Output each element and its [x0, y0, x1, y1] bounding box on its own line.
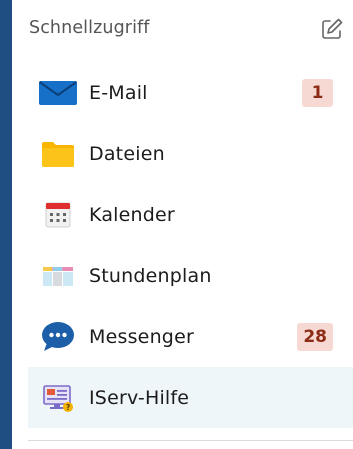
quick-item-timetable[interactable]: Stundenplan	[12, 245, 353, 306]
help-monitor-icon: ?	[39, 383, 77, 413]
quick-access-header: Schnellzugriff	[12, 0, 353, 62]
edit-pen-icon	[322, 18, 343, 39]
svg-text:?: ?	[66, 403, 70, 412]
quick-access-title: Schnellzugriff	[29, 18, 150, 38]
quick-item-label: E-Mail	[89, 81, 148, 104]
quick-item-files[interactable]: Dateien	[12, 123, 353, 184]
quick-access-list: E-Mail 1 Dateien Kalender Stundenplan Me…	[12, 62, 353, 428]
bottom-divider	[28, 440, 353, 441]
edit-button[interactable]	[319, 16, 345, 42]
timetable-icon	[39, 261, 77, 291]
quick-access-panel: Schnellzugriff E-Mail 1 Dateien Kalender…	[12, 0, 353, 449]
quick-item-label: Dateien	[89, 142, 165, 165]
quick-item-label: Kalender	[89, 203, 175, 226]
unread-badge: 28	[297, 322, 333, 351]
quick-item-label: Messenger	[89, 325, 194, 348]
folder-icon	[39, 139, 77, 169]
unread-badge: 1	[302, 78, 333, 107]
envelope-icon	[39, 78, 77, 108]
calendar-icon	[39, 200, 77, 230]
quick-item-email[interactable]: E-Mail 1	[12, 62, 353, 123]
quick-item-calendar[interactable]: Kalender	[12, 184, 353, 245]
quick-item-label: IServ-Hilfe	[89, 386, 190, 409]
quick-item-help[interactable]: ? IServ-Hilfe	[28, 367, 353, 428]
quick-item-label: Stundenplan	[89, 264, 212, 287]
quick-item-messenger[interactable]: Messenger 28	[12, 306, 353, 367]
chat-bubble-icon	[39, 321, 77, 352]
